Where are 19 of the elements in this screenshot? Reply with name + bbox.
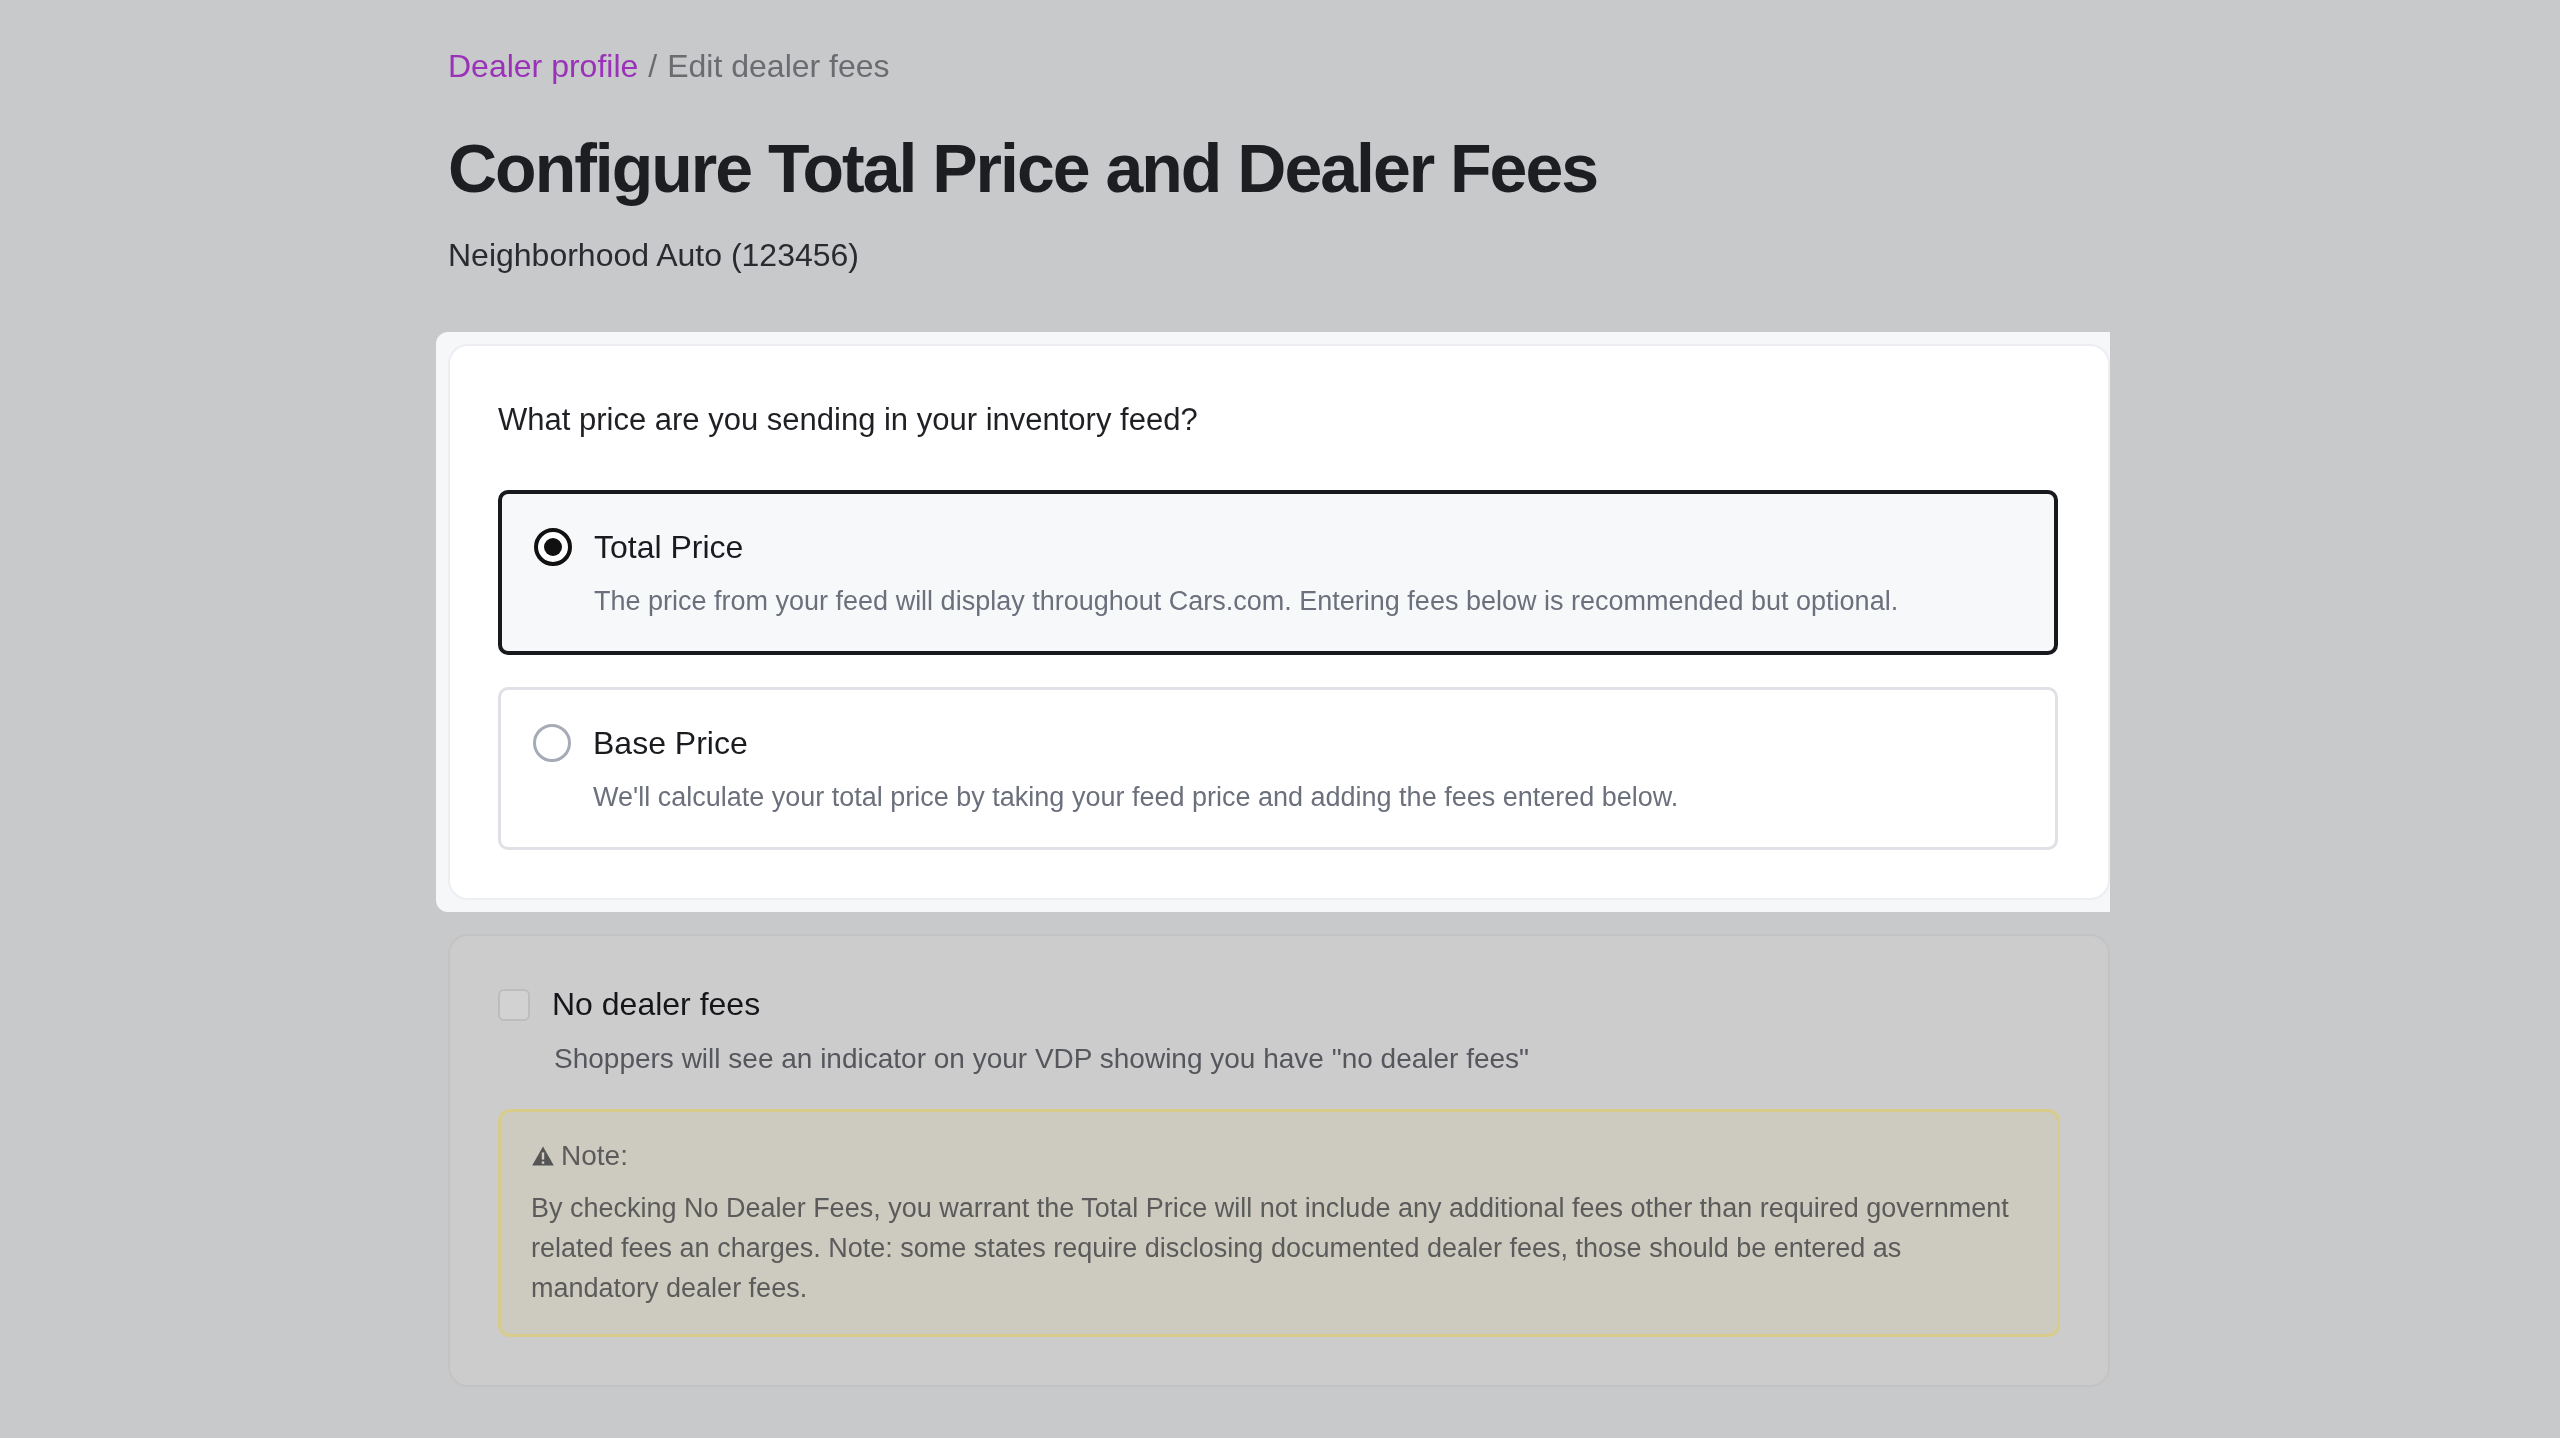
note-text: By checking No Dealer Fees, you warrant the Total Price will not include any additional fees other than required government related fees an charges. Note: some states require disclosing documented dealer fees, those should be entered as mandatory dealer fees.: [531, 1192, 2010, 1305]
price-option[interactable]: Base Price We'll calculate your total price by taking your feed price and adding the fees entered below.: [498, 687, 2058, 850]
checkbox-description: Shoppers will see an indicator on your VDP showing you have "no dealer fees": [554, 1043, 1531, 1075]
checkbox-label: No dealer fees: [552, 986, 761, 1023]
warning-icon: [531, 1145, 555, 1167]
radio-button[interactable]: [533, 724, 571, 762]
note-heading: Note:: [561, 1140, 628, 1172]
option-description: The price from your feed will display throughout Cars.com. Entering fees below is recommended but optional.: [594, 586, 1900, 617]
question-text: What price are you sending in your inventory feed?: [498, 402, 1199, 438]
breadcrumb-current: Edit dealer fees: [667, 48, 890, 85]
dealer-name: Neighborhood Auto (123456): [448, 237, 860, 274]
breadcrumb-link[interactable]: Dealer profile: [448, 48, 639, 85]
radio-button[interactable]: [534, 528, 572, 566]
breadcrumb-separator: /: [648, 48, 658, 85]
page-title: Configure Total Price and Dealer Fees: [448, 129, 1599, 207]
option-label: Base Price: [593, 724, 748, 762]
option-label: Total Price: [594, 528, 744, 566]
price-option[interactable]: Total Price The price from your feed will display throughout Cars.com. Entering fees below is recommended but optional.: [498, 490, 2058, 655]
option-description: We'll calculate your total price by taking your feed price and adding the fees entered below.: [593, 782, 1680, 813]
